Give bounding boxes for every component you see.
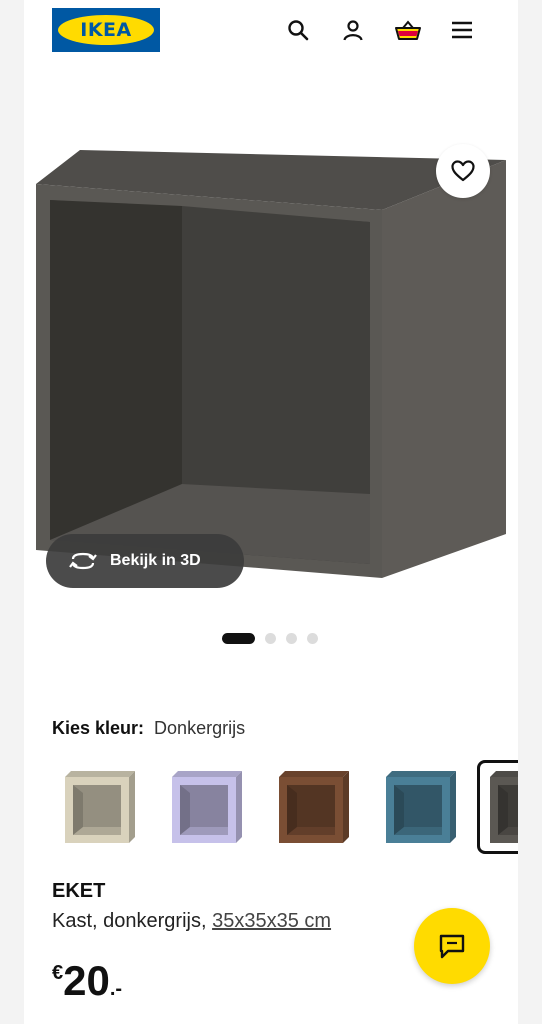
- price-integer: 20: [63, 957, 110, 1004]
- menu-icon[interactable]: [448, 16, 476, 44]
- view-in-3d-label: Bekijk in 3D: [110, 552, 201, 569]
- price-decimal: .-: [109, 978, 123, 1000]
- colour-swatch[interactable]: [159, 760, 253, 854]
- basket-icon[interactable]: [394, 16, 422, 44]
- swatch-thumbnail: [172, 771, 242, 843]
- heart-icon: [451, 160, 475, 182]
- colour-swatch[interactable]: [266, 760, 360, 854]
- product-price: € 20 .-: [52, 954, 122, 1008]
- carousel-dots: [222, 632, 318, 644]
- view-in-3d-button[interactable]: Bekijk in 3D: [46, 534, 244, 588]
- carousel-dot[interactable]: [265, 632, 276, 644]
- carousel-dot[interactable]: [307, 632, 318, 644]
- chat-button[interactable]: [414, 908, 490, 984]
- swatch-thumbnail: [490, 771, 518, 843]
- search-icon[interactable]: [284, 16, 312, 44]
- product-type: Kast, donkergrijs,: [52, 910, 213, 932]
- colour-selector-header: Kies kleur: Donkergrijs: [52, 718, 245, 739]
- colour-swatch[interactable]: [52, 760, 146, 854]
- colour-swatches: [52, 760, 518, 860]
- ikea-logo[interactable]: IKEA: [52, 8, 160, 52]
- colour-value: Donkergrijs: [154, 718, 246, 738]
- product-size-link[interactable]: 35x35x35 cm: [212, 910, 331, 932]
- carousel-dot[interactable]: [286, 632, 297, 644]
- logo-text: IKEA: [80, 19, 132, 41]
- cabinet-side: [382, 160, 506, 578]
- product-page: IKEA Bekijk in 3D Kies kleur: Donkergrij…: [24, 0, 518, 1024]
- logo-oval: IKEA: [58, 15, 154, 45]
- colour-label: Kies kleur:: [52, 718, 145, 738]
- product-gallery[interactable]: Bekijk in 3D: [24, 64, 518, 624]
- favourite-button[interactable]: [436, 144, 490, 198]
- rotate-3d-icon: [69, 552, 97, 570]
- swatch-thumbnail: [65, 771, 135, 843]
- cabinet-inner-back: [182, 206, 370, 494]
- price-currency: €: [52, 962, 64, 984]
- swatch-thumbnail: [386, 771, 456, 843]
- swatch-thumbnail: [279, 771, 349, 843]
- user-icon[interactable]: [339, 16, 367, 44]
- product-description: Kast, donkergrijs, 35x35x35 cm: [52, 910, 331, 933]
- cabinet-inner-left: [50, 200, 182, 540]
- chat-icon: [439, 934, 465, 959]
- colour-swatch[interactable]: [477, 760, 518, 854]
- colour-swatch[interactable]: [373, 760, 467, 854]
- top-bar: IKEA: [24, 0, 518, 64]
- carousel-dot-active[interactable]: [222, 632, 255, 644]
- product-name: EKET: [52, 880, 106, 902]
